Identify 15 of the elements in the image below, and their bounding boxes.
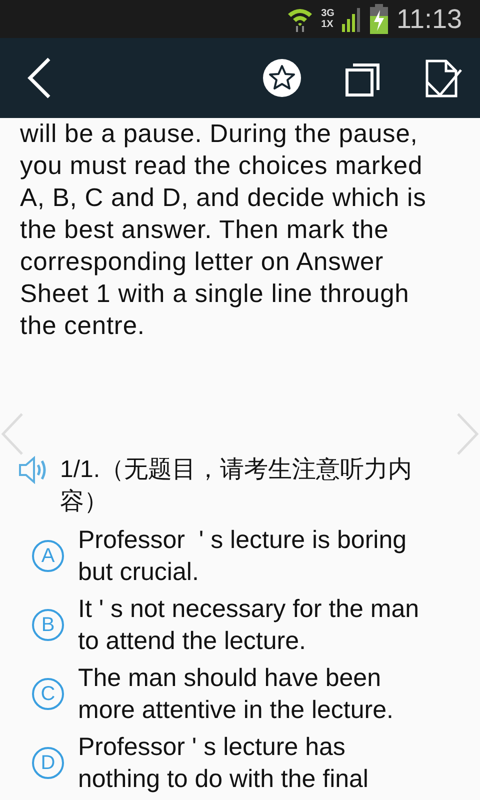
battery-charging-icon <box>370 4 388 34</box>
question-text: 1/1.（无题目，请考生注意听力内容） <box>60 455 414 517</box>
option-text[interactable]: The man should have been more attentive in the lecture. <box>78 662 423 726</box>
answer-sheet-button[interactable] <box>424 58 462 98</box>
clock-time: 11:13 <box>396 4 462 34</box>
instructions-text: will be a pause. During the pause, you must read the choices marked A, B, C and D, and decide which is the best answer. Then mark the corresponding letter on Answer Sheet 1 with a single line through the centre. <box>20 119 428 342</box>
favorite-button[interactable] <box>262 58 302 98</box>
option-text[interactable]: It ' s not necessary for the man to attend the lecture. <box>78 593 423 657</box>
network-type: 3G <box>321 8 334 19</box>
back-button[interactable] <box>26 57 52 99</box>
network-type: 1X <box>321 19 334 30</box>
option-text[interactable]: Professor ' s lecture is boring but crucial. <box>78 524 423 588</box>
signal-icon <box>342 6 362 32</box>
option-text[interactable]: Professor ' s lecture has nothing to do with the final <box>78 731 423 795</box>
wifi-icon <box>287 6 314 32</box>
